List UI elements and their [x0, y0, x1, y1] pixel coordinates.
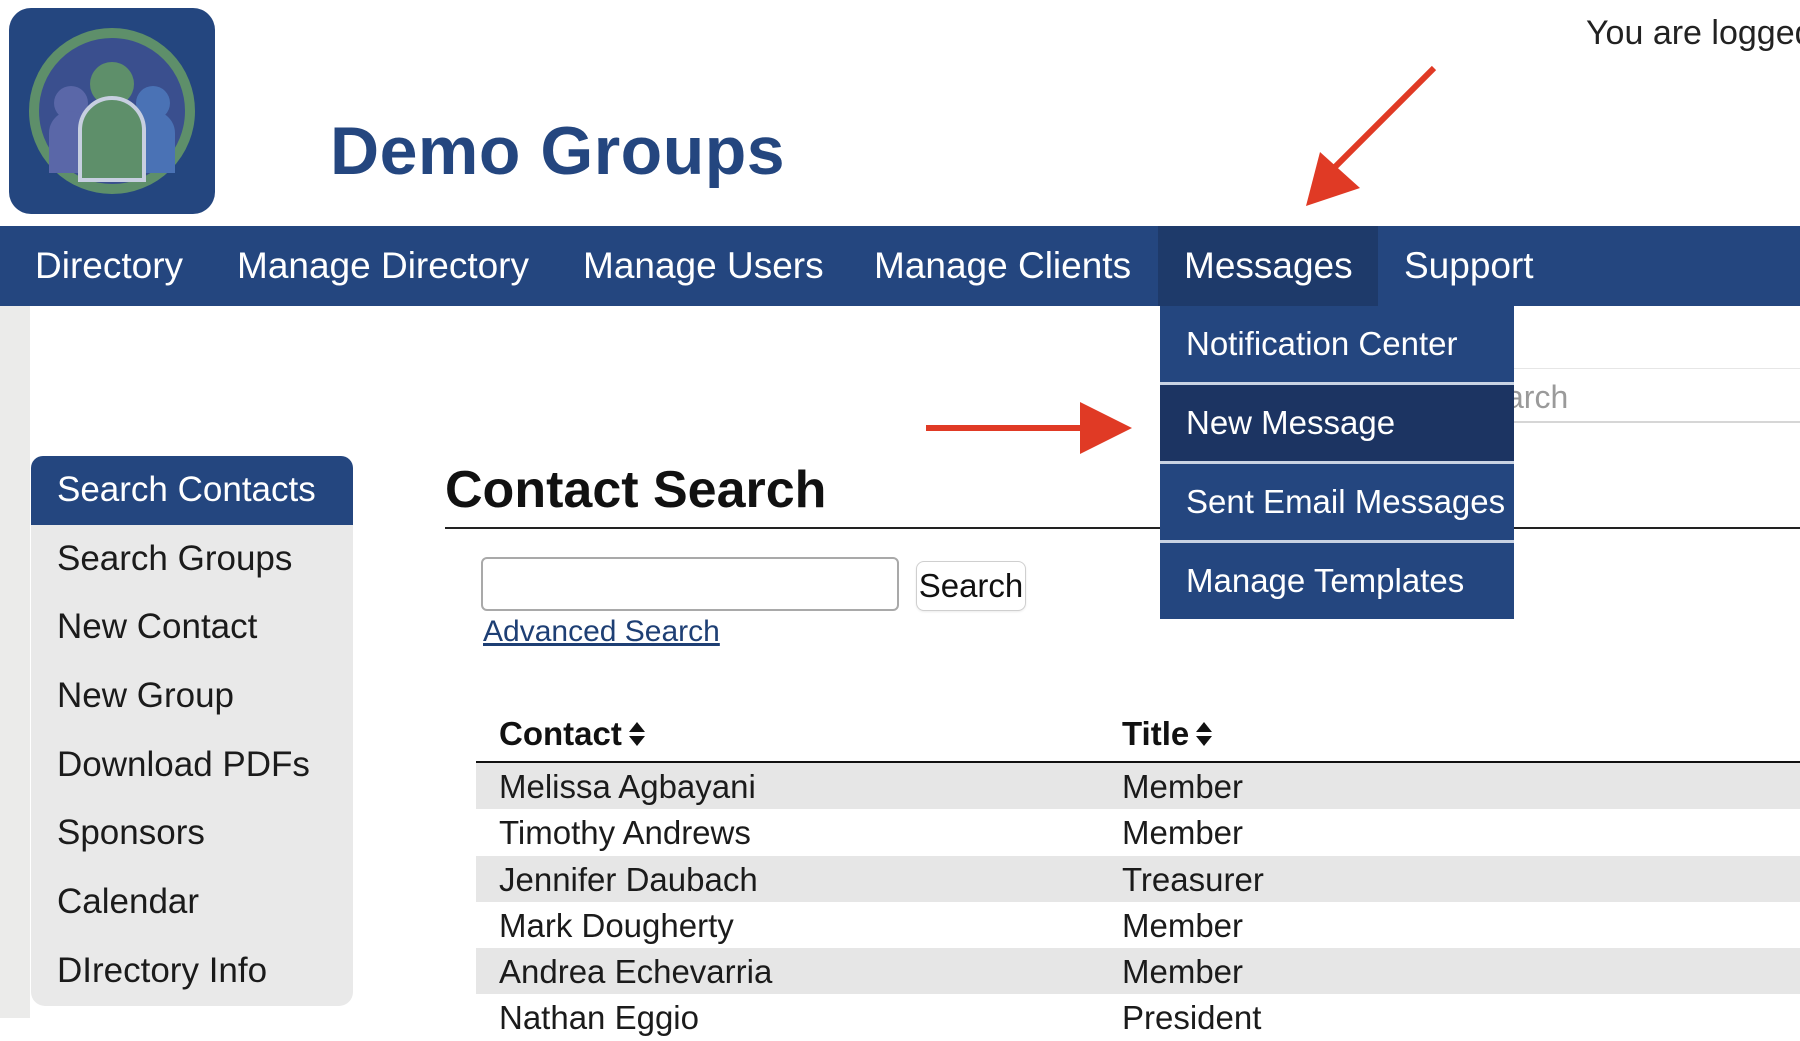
sidebar-item-calendar[interactable]: Calendar: [31, 868, 353, 937]
nav-manage-clients[interactable]: Manage Clients: [848, 226, 1157, 306]
contact-name[interactable]: Andrea Echevarria: [499, 953, 772, 991]
column-header-contact[interactable]: Contact: [499, 715, 646, 753]
contact-title: President: [1122, 999, 1262, 1037]
sidebar-item-sponsors[interactable]: Sponsors: [31, 799, 353, 868]
sidebar-item-search-contacts[interactable]: Search Contacts: [31, 456, 353, 525]
contact-title: Treasurer: [1122, 860, 1264, 898]
menu-item-sent-email-messages[interactable]: Sent Email Messages: [1160, 464, 1514, 543]
contact-name[interactable]: Jennifer Daubach: [499, 861, 758, 899]
sort-icon: [1196, 722, 1213, 746]
logo[interactable]: [9, 8, 215, 214]
table-row[interactable]: Mark Dougherty Member: [476, 902, 1800, 948]
sidebar-item-directory-info[interactable]: DIrectory Info: [31, 937, 353, 1006]
contact-title: Member: [1122, 906, 1244, 944]
annotation-arrow-icon: [1306, 65, 1437, 206]
page-gutter: [0, 306, 30, 1018]
search-button[interactable]: Search: [916, 561, 1026, 611]
title-divider: [445, 527, 1800, 529]
annotation-arrow-icon: [926, 402, 1132, 454]
sidebar-item-new-contact[interactable]: New Contact: [31, 593, 353, 662]
contact-name[interactable]: Mark Dougherty: [499, 907, 734, 945]
sidebar-item-download-pdfs[interactable]: Download PDFs: [31, 731, 353, 800]
contact-title: Member: [1122, 768, 1244, 805]
contact-name[interactable]: Timothy Andrews: [499, 814, 751, 852]
column-header-label: Title: [1122, 715, 1190, 752]
nav-manage-users[interactable]: Manage Users: [557, 226, 850, 306]
contact-title: Member: [1122, 953, 1244, 991]
site-search-placeholder: arch: [1506, 379, 1569, 415]
table-row[interactable]: Melissa Agbayani Member: [476, 763, 1800, 810]
main-navbar: Directory Manage Directory Manage Users …: [0, 226, 1800, 306]
advanced-search-link[interactable]: Advanced Search: [483, 615, 720, 649]
menu-item-notification-center[interactable]: Notification Center: [1160, 306, 1514, 385]
nav-messages[interactable]: Messages: [1158, 226, 1378, 306]
menu-item-manage-templates[interactable]: Manage Templates: [1160, 543, 1514, 619]
messages-dropdown-menu: Notification Center New Message Sent Ema…: [1160, 306, 1514, 619]
sidebar-item-search-groups[interactable]: Search Groups: [31, 525, 353, 594]
contact-name[interactable]: Melissa Agbayani: [499, 768, 756, 806]
table-row[interactable]: Jennifer Daubach Treasurer: [476, 855, 1800, 902]
column-header-label: Contact: [499, 715, 622, 752]
contact-search-input[interactable]: [481, 557, 899, 611]
table-row[interactable]: Timothy Andrews Member: [476, 809, 1800, 855]
site-search-input[interactable]: arch: [1500, 368, 1800, 423]
people-group-icon: [29, 28, 195, 194]
contacts-table: Contact Title Melissa Agbayani Member Ti…: [476, 715, 1800, 1041]
nav-support[interactable]: Support: [1378, 226, 1560, 306]
table-row[interactable]: Andrea Echevarria Member: [476, 948, 1800, 995]
nav-directory[interactable]: Directory: [9, 226, 209, 306]
menu-item-new-message[interactable]: New Message: [1160, 385, 1514, 464]
site-title: Demo Groups: [330, 113, 786, 189]
contact-name[interactable]: Nathan Eggio: [499, 999, 699, 1037]
nav-manage-directory[interactable]: Manage Directory: [211, 226, 555, 306]
header: Demo Groups You are logged: [0, 0, 1800, 226]
column-header-title[interactable]: Title: [1122, 715, 1213, 753]
login-status: You are logged: [1586, 14, 1800, 52]
sort-icon: [628, 722, 645, 746]
sidebar-item-new-group[interactable]: New Group: [31, 662, 353, 731]
table-header-row: Contact Title: [476, 715, 1800, 763]
contact-title: Member: [1122, 814, 1244, 852]
sidebar: Search Contacts Search Groups New Contac…: [31, 456, 353, 1006]
page-title: Contact Search: [445, 461, 827, 519]
